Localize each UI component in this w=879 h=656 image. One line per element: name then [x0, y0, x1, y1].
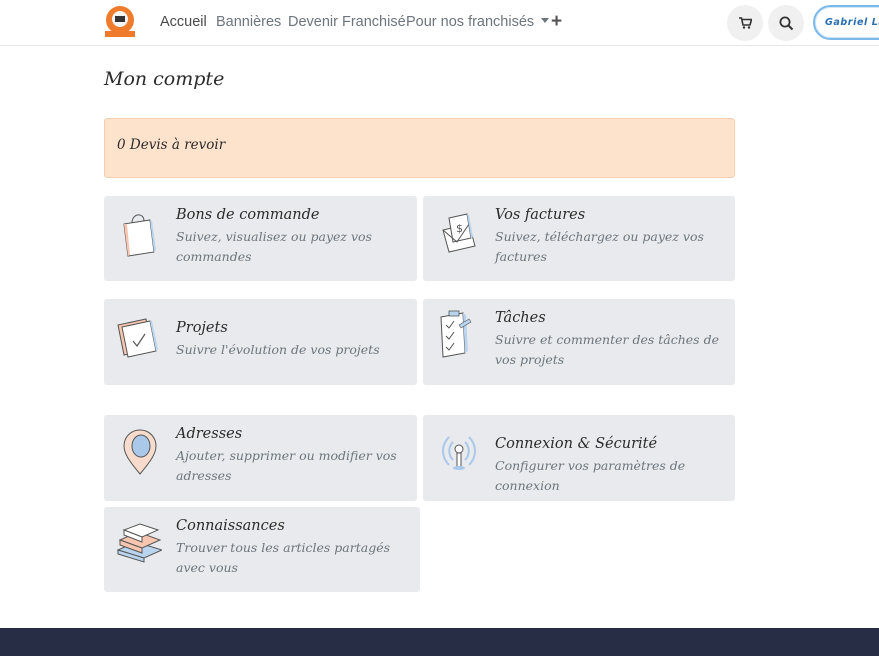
invoice-envelope-icon: $ [435, 208, 481, 258]
card-tasks-desc: Suivre et commenter des tâches de vos pr… [495, 332, 719, 367]
quotes-alert[interactable]: 0 Devis à revoir [104, 118, 735, 178]
search-icon [779, 16, 793, 30]
cart-icon [738, 17, 752, 29]
card-orders-title: Bons de commande [176, 207, 320, 223]
nav-devenir-franchise[interactable]: Devenir Franchisé [288, 14, 406, 30]
nav-accueil[interactable]: Accueil [160, 14, 207, 30]
cart-button[interactable] [727, 5, 763, 41]
top-navbar: Accueil Bannières Devenir Franchisé Pour… [0, 0, 879, 46]
user-menu-button[interactable]: Gabriel La [813, 5, 879, 40]
books-stack-icon [116, 518, 164, 568]
brand-logo[interactable] [104, 5, 136, 40]
folder-check-icon [116, 309, 162, 359]
page-footer [0, 628, 879, 656]
add-icon[interactable]: + [551, 12, 562, 31]
wifi-signal-icon [435, 429, 481, 479]
nav-pour-nos-franchises-label: Pour nos franchisés [406, 14, 535, 30]
card-security-desc: Configurer vos paramètres de connexion [495, 458, 686, 493]
card-knowledge-desc: Trouver tous les articles partagés avec … [176, 540, 391, 575]
card-knowledge-title: Connaissances [176, 518, 285, 534]
card-knowledge[interactable]: Connaissances Trouver tous les articles … [104, 507, 420, 592]
shopping-bag-icon [116, 208, 162, 258]
card-orders[interactable]: Bons de commande Suivez, visualisez ou p… [104, 196, 417, 281]
checklist-icon [435, 309, 481, 359]
search-button[interactable] [768, 5, 804, 41]
card-tasks-title: Tâches [495, 310, 546, 326]
card-addresses-desc: Ajouter, supprimer ou modifier vos adres… [176, 448, 397, 483]
card-invoices-desc: Suivez, téléchargez ou payez vos facture… [495, 229, 704, 264]
chevron-down-icon [541, 18, 550, 23]
card-addresses[interactable]: Adresses Ajouter, supprimer ou modifier … [104, 415, 417, 501]
card-addresses-title: Adresses [176, 426, 243, 442]
card-invoices[interactable]: $ Vos factures Suivez, téléchargez ou pa… [423, 196, 735, 281]
card-tasks[interactable]: Tâches Suivre et commenter des tâches de… [423, 299, 735, 385]
card-projects[interactable]: Projets Suivre l'évolution de vos projet… [104, 299, 417, 385]
card-orders-desc: Suivez, visualisez ou payez vos commande… [176, 229, 372, 264]
card-invoices-title: Vos factures [495, 207, 586, 223]
map-pin-icon [116, 426, 162, 476]
card-projects-desc: Suivre l'évolution de vos projets [176, 342, 380, 357]
page-title: Mon compte [104, 68, 225, 90]
card-security-title: Connexion & Sécurité [495, 436, 658, 452]
nav-bannieres[interactable]: Bannières [216, 14, 281, 30]
card-projects-title: Projets [176, 320, 228, 336]
card-security[interactable]: Connexion & Sécurité Configurer vos para… [423, 415, 735, 501]
nav-pour-nos-franchises[interactable]: Pour nos franchisés [406, 14, 550, 30]
svg-text:$: $ [456, 222, 463, 235]
